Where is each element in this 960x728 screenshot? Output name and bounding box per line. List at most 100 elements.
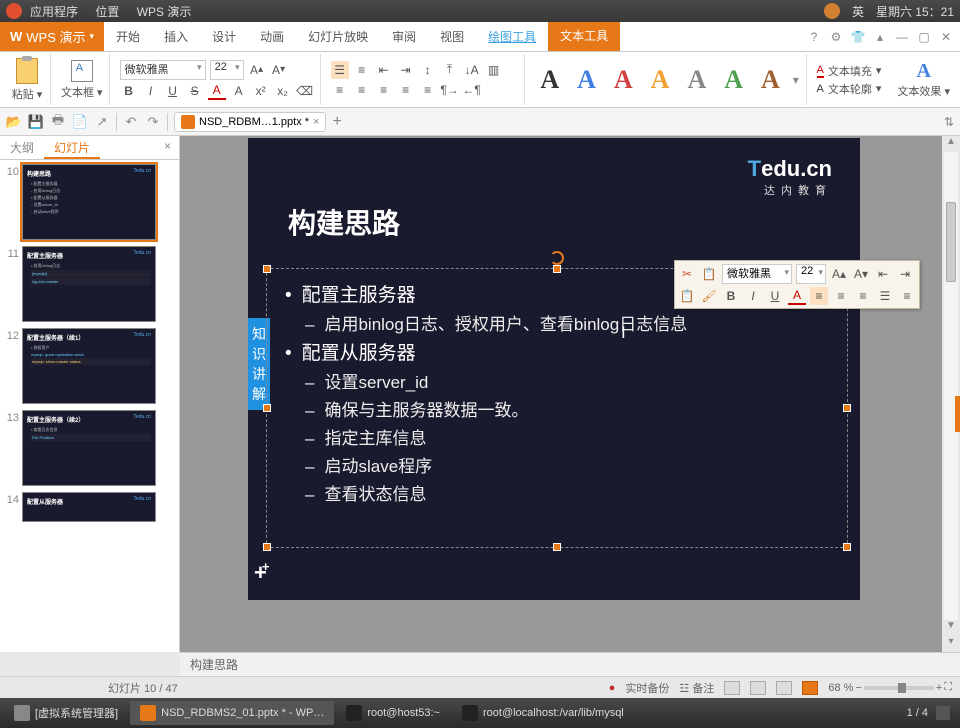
ribbon-collapse-icon[interactable]: ▴ — [870, 30, 890, 44]
menu-apps[interactable]: 应用程序 — [30, 5, 78, 19]
tab-slideshow[interactable]: 幻灯片放映 — [296, 22, 380, 51]
cloud-sync-icon[interactable]: ⇅ — [944, 115, 954, 129]
number-list-button[interactable]: ≡ — [353, 61, 371, 79]
tab-home[interactable]: 开始 — [104, 22, 152, 51]
slides-tab[interactable]: 幻灯片 — [44, 136, 100, 159]
align-right-button[interactable]: ≡ — [375, 81, 393, 99]
backup-status[interactable]: 实时备份 — [625, 680, 669, 696]
align-center-button[interactable]: ≡ — [353, 81, 371, 99]
text-effect-button[interactable]: A 文本效果 ▾ — [897, 60, 950, 99]
underline-button[interactable]: U — [164, 82, 182, 100]
thumb-12[interactable]: Tedu.cn配置主服务器（续1）• 授权用户mysql> grant repl… — [22, 328, 156, 404]
clear-format-button[interactable]: ⌫ — [296, 82, 314, 100]
task-vm-manager[interactable]: [虚拟系统管理器] — [4, 701, 128, 725]
mini-font-color-button[interactable]: A — [788, 287, 806, 305]
vertical-scrollbar[interactable]: ▲ ▼ ▾ — [942, 136, 960, 652]
wps-menu-button[interactable]: W WPS 演示▾ — [0, 22, 104, 51]
add-content-icon[interactable]: ++ — [254, 560, 274, 586]
textbox-button[interactable]: A 文本框 ▾ — [61, 60, 103, 100]
line-spacing-button[interactable]: ↕ — [419, 61, 437, 79]
mini-align-left-button[interactable]: ≡ — [810, 287, 828, 305]
columns-button[interactable]: ▥ — [485, 61, 503, 79]
mini-indent-inc-icon[interactable]: ⇥ — [896, 265, 914, 283]
align-left-button[interactable]: ≡ — [331, 81, 349, 99]
settings-icon[interactable]: ⚙ — [826, 30, 846, 44]
tab-design[interactable]: 设计 — [200, 22, 248, 51]
save-icon[interactable]: 💾 — [28, 114, 44, 130]
scroll-up-icon[interactable]: ▲ — [942, 136, 960, 152]
strike-button[interactable]: S — [186, 82, 204, 100]
menu-wps[interactable]: WPS 演示 — [137, 5, 192, 19]
mini-bold-button[interactable]: B — [722, 287, 740, 305]
copy-icon[interactable]: 📋 — [700, 265, 718, 283]
subscript-button[interactable]: x₂ — [274, 82, 292, 100]
cut-icon[interactable]: ✂ — [678, 265, 696, 283]
tab-animation[interactable]: 动画 — [248, 22, 296, 51]
zoom-in-icon[interactable]: + — [936, 682, 942, 694]
format-painter-icon[interactable]: 🖌 — [700, 287, 718, 305]
resize-handle[interactable] — [263, 543, 271, 551]
resize-handle[interactable] — [553, 265, 561, 273]
print-icon[interactable]: 🖶 — [50, 114, 66, 130]
document-tab[interactable]: NSD_RDBM…1.pptx * × — [174, 112, 326, 132]
mini-shrink-font-icon[interactable]: A▾ — [852, 265, 870, 283]
tray-icon[interactable] — [936, 706, 950, 720]
print-preview-icon[interactable]: 📄 — [72, 114, 88, 130]
text-fill-button[interactable]: A文本填充 ▾ — [817, 63, 882, 79]
indent-inc-button[interactable]: ⇥ — [397, 61, 415, 79]
tab-review[interactable]: 审阅 — [380, 22, 428, 51]
resize-handle[interactable] — [553, 543, 561, 551]
text-placeholder[interactable]: 配置主服务器 启用binlog日志、授权用户、查看binlog日志信息 配置从服… — [266, 268, 848, 548]
close-button[interactable]: ✕ — [936, 30, 956, 44]
align-distribute-button[interactable]: ≡ — [419, 81, 437, 99]
thumb-10[interactable]: Tedu.cn构建思路• 配置主服务器- 启用binlog日志• 配置从服务器-… — [22, 164, 156, 240]
side-drawer-handle[interactable] — [955, 396, 960, 432]
style-more-icon[interactable]: ▾ — [793, 73, 799, 87]
task-terminal-1[interactable]: root@host53:~ — [336, 701, 450, 725]
tab-view[interactable]: 视图 — [428, 22, 476, 51]
bullet-list-button[interactable]: ☰ — [331, 61, 349, 79]
paste-icon[interactable]: 📋 — [678, 287, 696, 305]
paste-button[interactable]: 粘贴 ▾ — [10, 58, 44, 102]
mini-toolbar[interactable]: ✂ 📋 微软雅黑 22 A▴ A▾ ⇤ ⇥ 📋 🖌 B I U A ≡ ≡ ≡ … — [674, 260, 920, 309]
slide-canvas[interactable]: Tedu.cn 达内教育 构建思路 知识讲解 配置主服务器 启用binlog日志… — [180, 136, 960, 652]
style-a2[interactable]: A — [572, 62, 601, 98]
export-icon[interactable]: ↗ — [94, 114, 110, 130]
maximize-button[interactable]: ▢ — [914, 30, 934, 44]
increase-font-icon[interactable]: A▴ — [248, 61, 266, 79]
help-icon[interactable]: ? — [804, 30, 824, 44]
style-a6[interactable]: A — [719, 62, 748, 98]
style-a4[interactable]: A — [646, 62, 675, 98]
thumb-14[interactable]: Tedu.cn配置从服务器 — [22, 492, 156, 522]
view-normal-icon[interactable] — [724, 681, 740, 695]
next-slide-icon[interactable]: ▾ — [942, 636, 960, 652]
style-a5[interactable]: A — [682, 62, 711, 98]
menu-places[interactable]: 位置 — [95, 5, 119, 19]
mini-number-button[interactable]: ≡ — [898, 287, 916, 305]
panel-close-icon[interactable]: × — [156, 136, 179, 159]
tab-draw-tools[interactable]: 绘图工具 — [476, 22, 548, 51]
font-size-select[interactable]: 22 — [210, 60, 244, 80]
thumbnails[interactable]: 10 Tedu.cn构建思路• 配置主服务器- 启用binlog日志• 配置从服… — [0, 160, 179, 652]
undo-icon[interactable]: ↶ — [123, 114, 139, 130]
thumb-13[interactable]: Tedu.cn配置主服务器（续2）• 查看日志信息File Position — [22, 410, 156, 486]
view-reading-icon[interactable] — [776, 681, 792, 695]
close-doc-icon[interactable]: × — [313, 116, 319, 128]
ime-indicator[interactable]: 英 — [852, 3, 864, 20]
app-launcher-icon[interactable] — [6, 3, 22, 19]
scroll-down-icon[interactable]: ▼ — [942, 620, 960, 636]
minimize-button[interactable]: — — [892, 30, 912, 44]
outline-tab[interactable]: 大纲 — [0, 136, 44, 159]
style-a1[interactable]: A — [535, 62, 564, 98]
zoom-out-icon[interactable]: − — [855, 682, 861, 694]
tab-text-tools[interactable]: 文本工具 — [548, 22, 620, 51]
font-color-button[interactable]: A — [208, 82, 226, 100]
view-slideshow-icon[interactable] — [802, 681, 818, 695]
mini-bullet-button[interactable]: ☰ — [876, 287, 894, 305]
update-icon[interactable] — [824, 3, 840, 19]
text-direction-button[interactable]: ↓A — [463, 61, 481, 79]
mini-align-right-button[interactable]: ≡ — [854, 287, 872, 305]
highlight-button[interactable]: A — [230, 82, 248, 100]
mini-indent-dec-icon[interactable]: ⇤ — [874, 265, 892, 283]
ltr-button[interactable]: ¶→ — [441, 81, 459, 99]
